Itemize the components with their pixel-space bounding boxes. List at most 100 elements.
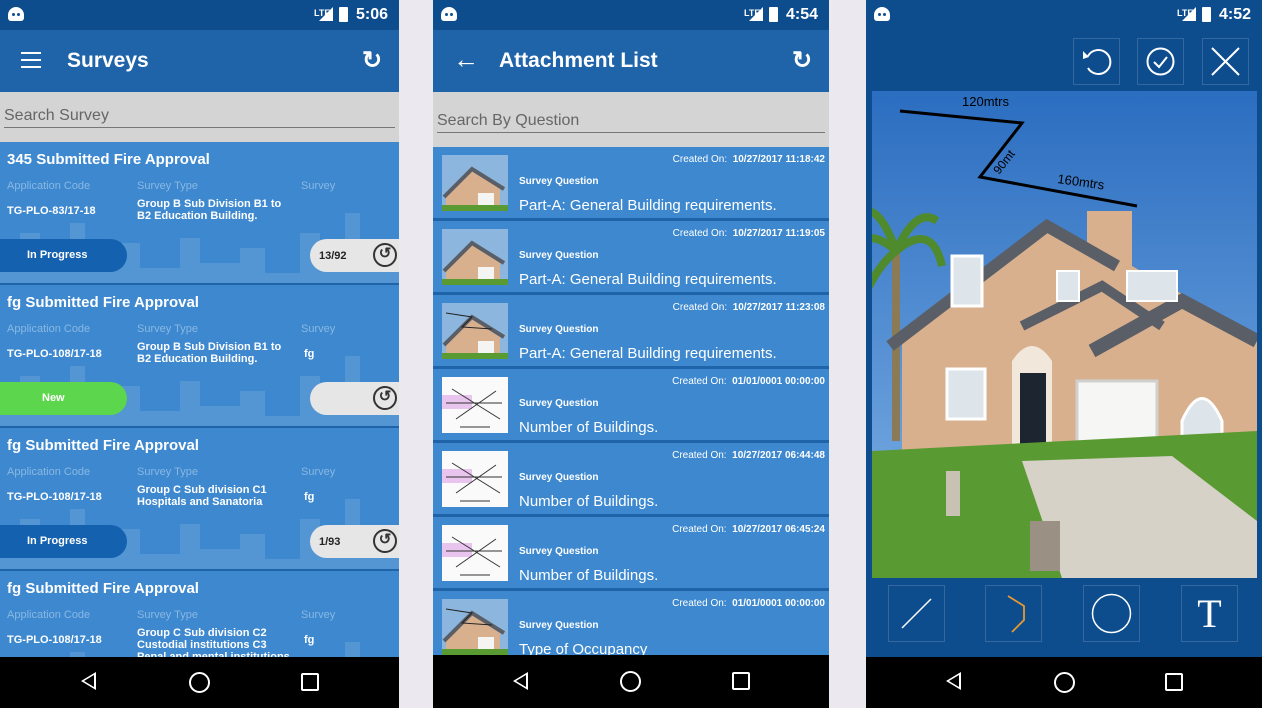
created-on-label: Created On: — [672, 524, 727, 535]
battery-icon — [769, 7, 778, 22]
system-nav-bar — [0, 657, 399, 708]
search-input[interactable]: Search By Question — [437, 112, 825, 133]
attachment-thumbnail[interactable] — [442, 599, 508, 655]
survey-label: Survey — [301, 180, 336, 192]
attachment-thumbnail[interactable] — [442, 229, 508, 285]
application-code-label: Application Code — [7, 323, 91, 335]
survey-question-label: Survey Question — [519, 546, 599, 557]
attachment-row[interactable]: Created On: 10/27/2017 11:23:08 Survey Qu… — [433, 295, 829, 366]
check-circle-icon — [1146, 47, 1175, 76]
survey-question-label: Survey Question — [519, 250, 599, 261]
line-icon — [901, 598, 932, 629]
created-on-label: Created On: — [672, 598, 727, 609]
signal-icon — [319, 7, 333, 21]
survey-list: 345 Submitted Fire Approval Application C… — [0, 142, 399, 657]
refresh-icon[interactable]: ↻ — [362, 46, 382, 75]
survey-question-label: Survey Question — [519, 398, 599, 409]
survey-title: 345 Submitted Fire Approval — [7, 151, 210, 168]
confirm-button[interactable] — [1137, 38, 1184, 85]
page-title: Surveys — [67, 49, 149, 72]
undo-button[interactable] — [1073, 38, 1120, 85]
question-text: Number of Buildings. — [519, 419, 659, 436]
search-input[interactable]: Search Survey — [4, 107, 395, 128]
android-notification-icon — [8, 7, 24, 21]
nav-recents-icon[interactable] — [1165, 673, 1183, 691]
progress-count: 1/93 — [319, 536, 341, 548]
created-on: Created On: 10/27/2017 06:45:24 — [672, 524, 825, 535]
polygon-tool-button[interactable] — [985, 585, 1042, 642]
menu-icon[interactable] — [21, 52, 41, 68]
survey-card[interactable]: fg Submitted Fire Approval Application Co… — [0, 571, 399, 657]
attachment-row[interactable]: Created On: 10/27/2017 11:19:05 Survey Qu… — [433, 221, 829, 292]
attachment-row[interactable]: Created On: 01/01/0001 00:00:00 Survey Qu… — [433, 591, 829, 655]
survey-value: fg — [304, 491, 315, 503]
created-on: Created On: 10/27/2017 11:23:08 — [673, 302, 825, 313]
survey-card[interactable]: fg Submitted Fire Approval Application Co… — [0, 285, 399, 426]
nav-back-icon[interactable] — [513, 672, 528, 690]
survey-label: Survey — [301, 323, 336, 335]
surveys-screen: LTE 5:06 Surveys ↻ Search Survey 345 Sub… — [0, 0, 399, 708]
circle-tool-button[interactable] — [1083, 585, 1140, 642]
measurement-label-120: 120mtrs — [962, 94, 1009, 109]
question-text: Part-A: General Building requirements. — [519, 271, 777, 288]
question-text: Number of Buildings. — [519, 567, 659, 584]
attachment-thumbnail[interactable] — [442, 525, 508, 581]
status-badge: New — [0, 382, 127, 415]
refresh-icon[interactable]: ↻ — [792, 46, 812, 75]
nav-home-icon[interactable] — [1054, 672, 1075, 693]
progress-counter[interactable]: 13/92 ↺ — [310, 239, 399, 272]
progress-counter[interactable]: 1/93 ↺ — [310, 525, 399, 558]
survey-type-value: Group C Sub division C2 Custodial instit… — [137, 627, 290, 657]
app-bar: ← Attachment List ↻ — [433, 30, 829, 92]
sync-icon[interactable]: ↺ — [373, 386, 397, 410]
status-bar: LTE 4:52 — [866, 0, 1262, 30]
created-on-value: 01/01/0001 00:00:00 — [732, 598, 825, 609]
undo-icon — [1083, 49, 1112, 75]
survey-type-value: Group B Sub Division B1 to B2 Education … — [137, 341, 282, 365]
cancel-button[interactable] — [1202, 38, 1249, 85]
survey-label: Survey — [301, 609, 336, 621]
attachment-thumbnail[interactable] — [442, 377, 508, 433]
text-tool-button[interactable]: T — [1181, 585, 1238, 642]
nav-home-icon[interactable] — [189, 672, 210, 693]
application-code-value: TG-PLO-108/17-18 — [7, 348, 102, 360]
sync-icon[interactable]: ↺ — [373, 243, 397, 267]
application-code-value: TG-PLO-83/17-18 — [7, 205, 96, 217]
nav-recents-icon[interactable] — [732, 672, 750, 690]
battery-icon — [1202, 7, 1211, 22]
nav-home-icon[interactable] — [620, 671, 641, 692]
created-on-label: Created On: — [672, 154, 728, 165]
created-on-value: 10/27/2017 06:45:24 — [732, 524, 825, 535]
created-on-label: Created On: — [672, 450, 727, 461]
line-tool-button[interactable] — [888, 585, 945, 642]
attachment-row[interactable]: Created On: 10/27/2017 06:45:24 Survey Qu… — [433, 517, 829, 588]
attachment-thumbnail[interactable] — [442, 451, 508, 507]
sync-icon[interactable]: ↺ — [373, 529, 397, 553]
survey-type-value: Group B Sub Division B1 to B2 Education … — [137, 198, 282, 222]
survey-card[interactable]: 345 Submitted Fire Approval Application C… — [0, 142, 399, 283]
attachment-row[interactable]: Created On: 01/01/0001 00:00:00 Survey Qu… — [433, 369, 829, 440]
clock: 5:06 — [356, 6, 389, 23]
nav-back-icon[interactable] — [946, 672, 961, 690]
created-on-value: 10/27/2017 11:19:05 — [732, 228, 825, 239]
attachment-thumbnail[interactable] — [442, 155, 508, 211]
survey-label: Survey — [301, 466, 336, 478]
application-code-value: TG-PLO-108/17-18 — [7, 491, 102, 503]
status-bar: LTE 4:54 — [433, 0, 829, 30]
attachment-row[interactable]: Created On: 10/27/2017 06:44:48 Survey Qu… — [433, 443, 829, 514]
created-on-label: Created On: — [672, 302, 728, 313]
survey-type-value: Group C Sub division C1 Hospitals and Sa… — [137, 484, 267, 508]
signal-icon — [1182, 7, 1196, 21]
back-arrow-icon[interactable]: ← — [453, 44, 479, 75]
survey-card[interactable]: fg Submitted Fire Approval Application Co… — [0, 428, 399, 569]
created-on: Created On: 01/01/0001 00:00:00 — [672, 376, 825, 387]
question-text: Part-A: General Building requirements. — [519, 345, 777, 362]
progress-counter[interactable]: ↺ — [310, 382, 399, 415]
created-on: Created On: 01/01/0001 00:00:00 — [672, 598, 825, 609]
nav-recents-icon[interactable] — [301, 673, 319, 691]
attachment-thumbnail[interactable] — [442, 303, 508, 359]
nav-back-icon[interactable] — [81, 672, 96, 690]
attachment-row[interactable]: Created On: 10/27/2017 11:18:42 Survey Qu… — [433, 147, 829, 218]
survey-type-label: Survey Type — [137, 323, 198, 335]
annotated-photo[interactable]: 120mtrs 90mt 160mtrs — [872, 91, 1257, 578]
